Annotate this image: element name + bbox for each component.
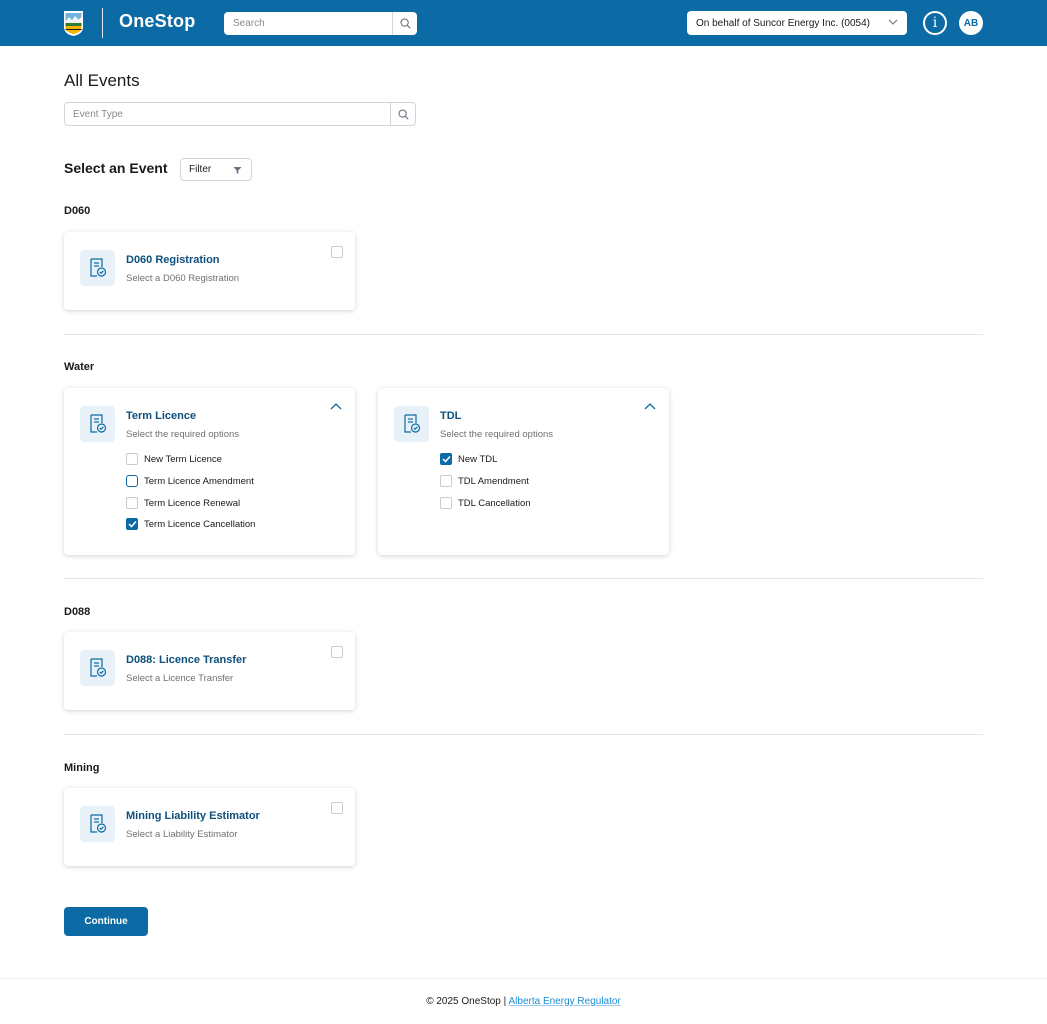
event-card-mining-liability-estimator[interactable]: Mining Liability Estimator Select a Liab… xyxy=(64,788,355,866)
global-search-input[interactable] xyxy=(224,12,392,35)
option-term-licence-amendment[interactable]: Term Licence Amendment xyxy=(126,474,254,488)
card-title: D060 Registration xyxy=(126,254,220,266)
option-tdl-amendment[interactable]: TDL Amendment xyxy=(440,474,529,488)
card-subtitle: Select a D060 Registration xyxy=(126,273,240,284)
card-checkbox[interactable] xyxy=(331,802,343,814)
filter-icon xyxy=(233,167,242,174)
alberta-shield-logo[interactable] xyxy=(63,10,84,37)
event-card-tdl: TDL Select the required options New TDL … xyxy=(378,388,669,555)
filter-label: Filter xyxy=(189,164,212,175)
option-term-licence-renewal[interactable]: Term Licence Renewal xyxy=(126,496,240,510)
top-bar: OneStop On behalf of Suncor Energy Inc. … xyxy=(0,0,1047,46)
option-label: New TDL xyxy=(458,453,498,465)
option-label: New Term Licence xyxy=(144,453,222,465)
document-check-icon xyxy=(394,406,429,442)
card-title: Term Licence xyxy=(126,410,197,422)
header-divider xyxy=(102,8,103,38)
option-label: TDL Cancellation xyxy=(458,497,531,509)
info-glyph: i xyxy=(932,15,938,31)
section-divider xyxy=(64,334,983,335)
chevron-up-icon xyxy=(330,403,342,410)
chevron-up-icon xyxy=(644,403,656,410)
document-check-icon xyxy=(80,650,115,686)
document-check-icon xyxy=(80,406,115,442)
section-title-mining: Mining xyxy=(64,762,100,774)
card-checkbox[interactable] xyxy=(331,646,343,658)
section-title-d060: D060 xyxy=(64,205,91,217)
footer-divider xyxy=(0,978,1047,979)
brand-name[interactable]: OneStop xyxy=(119,11,195,32)
card-subtitle: Select the required options xyxy=(440,429,554,440)
footer-copyright: © 2025 OneStop | xyxy=(426,996,507,1007)
event-type-search xyxy=(64,102,416,126)
section-divider xyxy=(64,734,983,735)
card-title: D088: Licence Transfer xyxy=(126,654,247,666)
search-icon xyxy=(399,18,411,29)
checkbox[interactable] xyxy=(440,475,452,487)
option-label: Term Licence Amendment xyxy=(144,475,254,487)
event-type-input[interactable] xyxy=(65,103,391,125)
footer-link-aer[interactable]: Alberta Energy Regulator xyxy=(508,996,620,1007)
event-card-d088-licence-transfer[interactable]: D088: Licence Transfer Select a Licence … xyxy=(64,632,355,710)
card-subtitle: Select a Licence Transfer xyxy=(126,673,234,684)
option-new-tdl[interactable]: New TDL xyxy=(440,452,497,466)
event-card-d060-registration[interactable]: D060 Registration Select a D060 Registra… xyxy=(64,232,355,310)
collapse-button[interactable] xyxy=(643,400,657,412)
checkbox-checked[interactable] xyxy=(440,453,452,465)
option-term-licence-cancellation[interactable]: Term Licence Cancellation xyxy=(126,517,255,531)
option-new-term-licence[interactable]: New Term Licence xyxy=(126,452,222,466)
user-avatar[interactable]: AB xyxy=(959,11,983,35)
section-title-water: Water xyxy=(64,361,95,373)
filter-button[interactable]: Filter xyxy=(180,158,252,181)
check-icon xyxy=(441,455,451,463)
checkbox[interactable] xyxy=(126,475,138,487)
footer: © 2025 OneStop | Alberta Energy Regulato… xyxy=(0,996,1047,1007)
global-search xyxy=(224,12,417,35)
info-icon[interactable]: i xyxy=(923,11,947,35)
document-check-icon xyxy=(80,250,115,286)
card-subtitle: Select a Liability Estimator xyxy=(126,829,238,840)
continue-button[interactable]: Continue xyxy=(64,907,148,936)
document-check-icon xyxy=(80,806,115,842)
card-title: TDL xyxy=(440,410,462,422)
card-subtitle: Select the required options xyxy=(126,429,240,440)
checkbox[interactable] xyxy=(126,453,138,465)
organization-select-value: On behalf of Suncor Energy Inc. (0054) xyxy=(696,17,870,29)
card-title: Mining Liability Estimator xyxy=(126,810,260,822)
organization-select[interactable]: On behalf of Suncor Energy Inc. (0054) xyxy=(687,11,907,35)
option-label: Term Licence Cancellation xyxy=(144,518,256,530)
page-title: All Events xyxy=(64,71,140,90)
global-search-button[interactable] xyxy=(392,12,417,35)
chevron-down-icon xyxy=(888,19,898,25)
search-icon xyxy=(397,108,409,120)
option-label: Term Licence Renewal xyxy=(144,497,241,509)
card-checkbox[interactable] xyxy=(331,246,343,258)
option-tdl-cancellation[interactable]: TDL Cancellation xyxy=(440,496,531,510)
check-icon xyxy=(127,520,137,528)
section-divider xyxy=(64,578,983,579)
option-label: TDL Amendment xyxy=(458,475,529,487)
checkbox-checked[interactable] xyxy=(126,518,138,530)
collapse-button[interactable] xyxy=(329,400,343,412)
event-card-term-licence: Term Licence Select the required options… xyxy=(64,388,355,555)
event-type-search-button[interactable] xyxy=(390,103,415,125)
section-title-d088: D088 xyxy=(64,606,91,618)
select-event-heading: Select an Event xyxy=(64,160,168,176)
checkbox[interactable] xyxy=(440,497,452,509)
checkbox[interactable] xyxy=(126,497,138,509)
